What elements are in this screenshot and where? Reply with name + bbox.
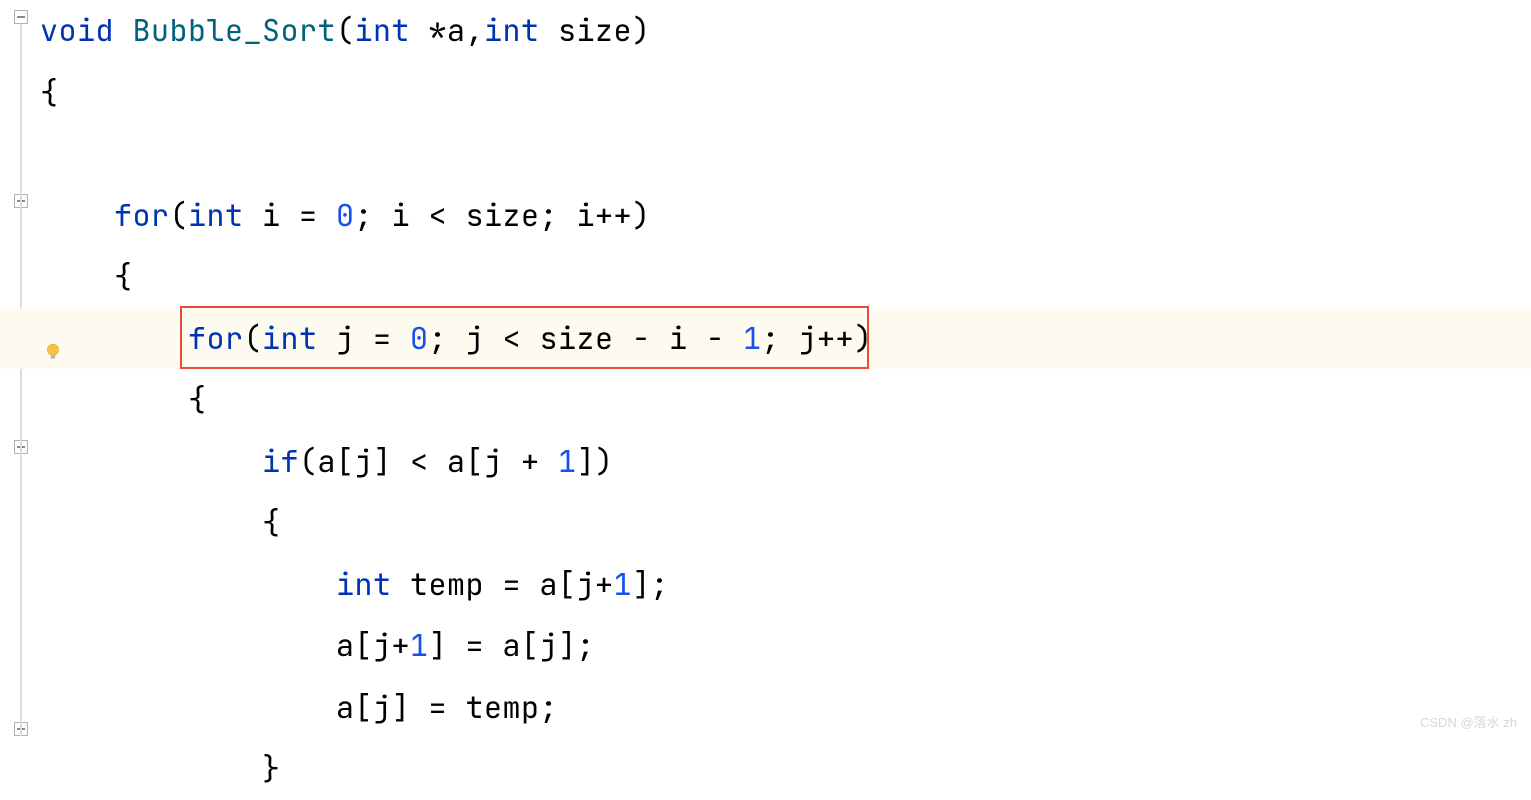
code-line[interactable]: {	[40, 492, 1531, 554]
code-line[interactable]: {	[40, 246, 1531, 308]
fold-handle-icon[interactable]	[14, 10, 28, 24]
gutter	[0, 0, 36, 739]
code-line[interactable]: a[j] = temp;	[40, 677, 1531, 739]
code-line[interactable]: void Bubble_Sort(int *a,int size)	[40, 0, 1531, 62]
code-line[interactable]: a[j+1] = a[j];	[40, 615, 1531, 677]
code-line[interactable]: if(a[j] < a[j + 1])	[40, 431, 1531, 493]
intention-bulb-icon[interactable]	[44, 330, 62, 348]
code-editor: void Bubble_Sort(int *a,int size){ for(i…	[0, 0, 1531, 739]
code-line[interactable]: for(int i = 0; i < size; i++)	[40, 185, 1531, 247]
code-area[interactable]: void Bubble_Sort(int *a,int size){ for(i…	[36, 0, 1531, 739]
code-line[interactable]: {	[40, 62, 1531, 124]
code-line[interactable]: }	[40, 738, 1531, 800]
watermark: CSDN @落水 zh	[1420, 712, 1517, 731]
code-line[interactable]	[40, 123, 1531, 185]
code-line[interactable]: int temp = a[j+1];	[40, 554, 1531, 616]
code-line[interactable]: {	[40, 369, 1531, 431]
code-line[interactable]: for(int j = 0; j < size - i - 1; j++)	[0, 308, 1531, 370]
